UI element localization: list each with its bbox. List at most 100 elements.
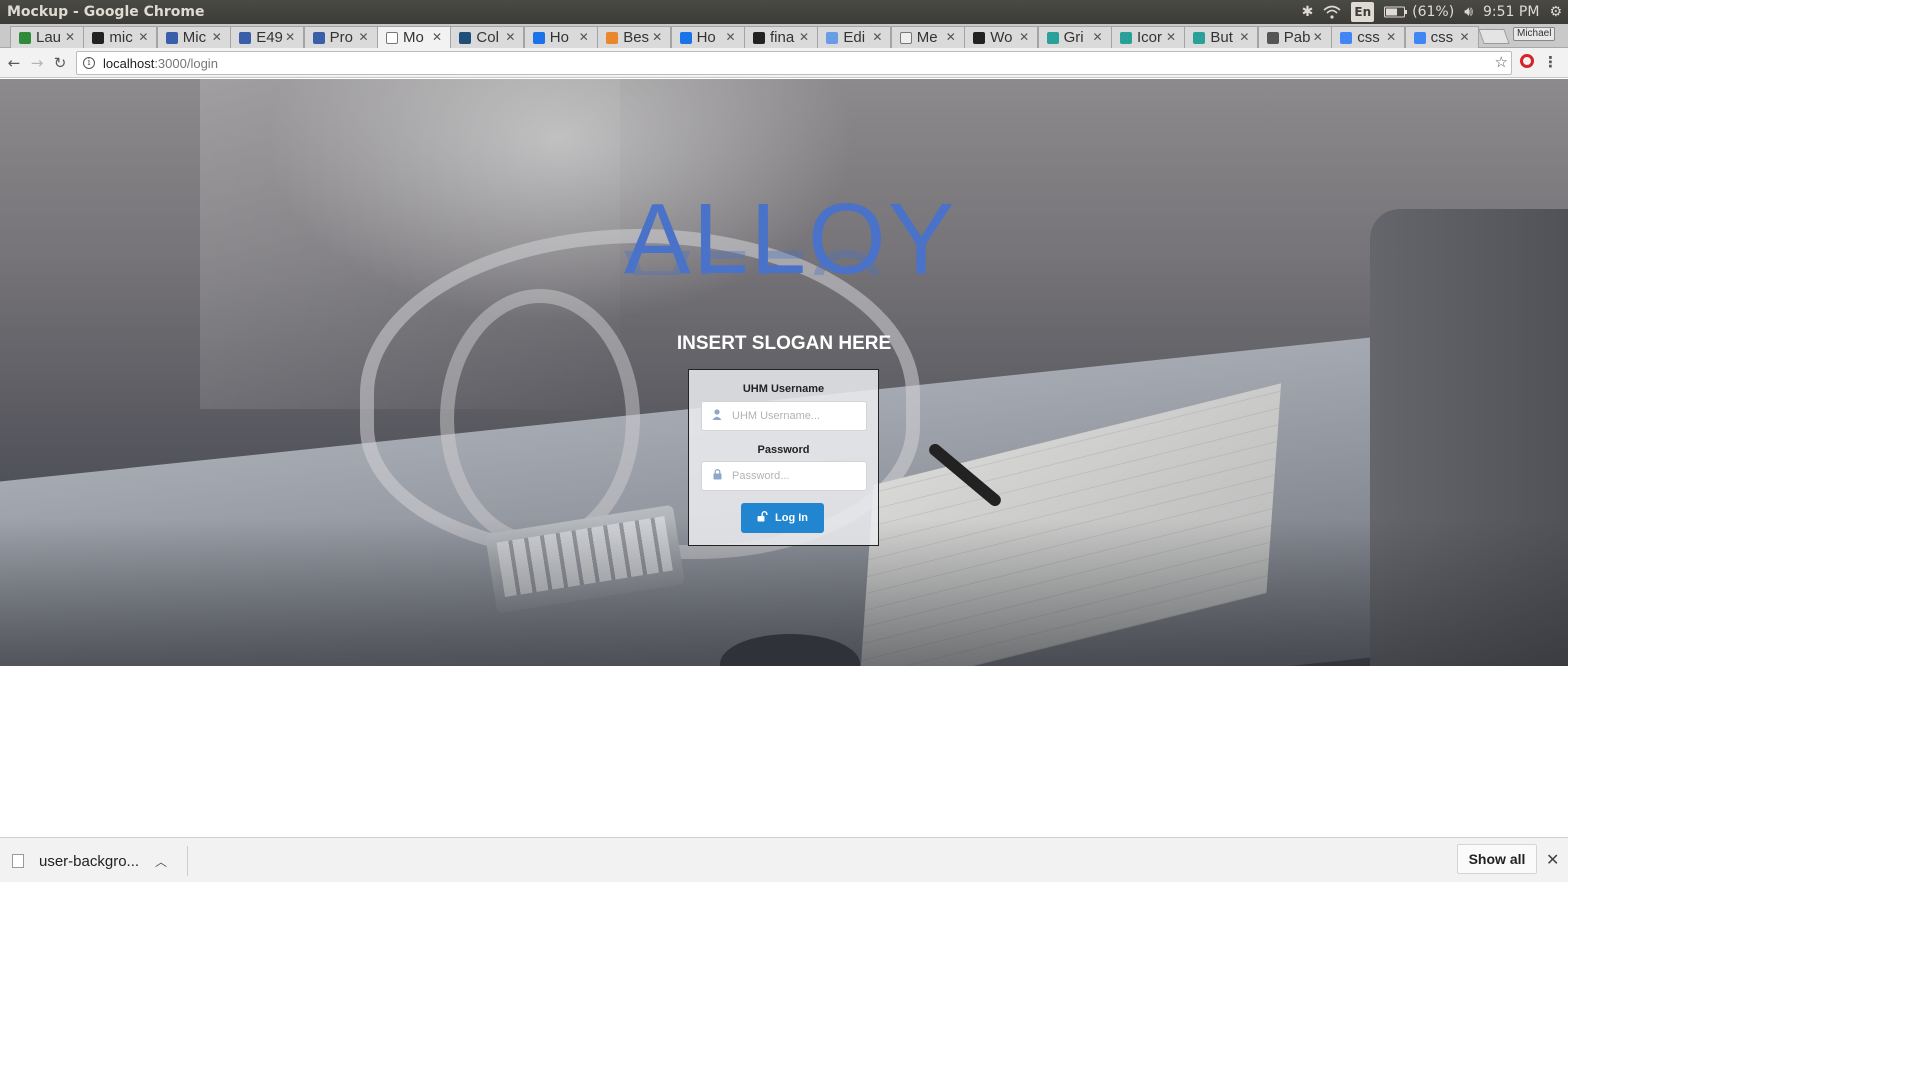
os-title-bar: Mockup - Google Chrome ✱ En (61%) 🔊︎ 9:5… <box>0 0 1568 24</box>
tab-favicon-icon <box>1413 31 1426 44</box>
address-bar[interactable]: i localhost:3000/login <box>76 51 1512 75</box>
browser-tab[interactable]: Wo ✕ <box>964 26 1039 48</box>
tab-favicon-icon <box>386 31 398 44</box>
browser-tab[interactable]: Icor ✕ <box>1111 26 1185 48</box>
tab-close-icon[interactable]: ✕ <box>212 30 222 44</box>
tab-favicon-icon <box>239 31 252 44</box>
chevron-up-icon[interactable]: ︿ <box>155 853 167 870</box>
tab-favicon-icon <box>973 31 986 44</box>
tab-strip: css ✕ css ✕ Pab ✕ But ✕ Icor ✕ Gri ✕ Wo ✕ Me ✕ Edi ✕ fina ✕… <box>0 24 1568 48</box>
tab-favicon-icon <box>899 31 912 44</box>
keyboard-language-indicator[interactable]: En <box>1351 2 1375 22</box>
slogan: INSERT SLOGAN HERE <box>676 333 892 354</box>
tab-close-icon[interactable]: ✕ <box>285 30 295 44</box>
lock-icon <box>702 469 732 483</box>
show-all-downloads-button[interactable]: Show all <box>1457 844 1537 874</box>
browser-tab[interactable]: E49 ✕ <box>230 26 305 48</box>
battery-percent: (61%) <box>1412 4 1455 20</box>
profile-button[interactable]: Michael <box>1513 27 1556 41</box>
hero-background-photo: ALLOY ALLOY INSERT SLOGAN HERE UHM Usern… <box>0 79 1568 666</box>
tab-favicon-icon <box>1340 31 1353 44</box>
url-host: localhost <box>103 55 155 71</box>
new-tab-button[interactable] <box>1478 29 1510 44</box>
url-path: :3000/login <box>154 55 218 71</box>
tab-close-icon[interactable]: ✕ <box>1386 30 1396 44</box>
tab-close-icon[interactable]: ✕ <box>1093 30 1103 44</box>
browser-tab[interactable]: mic ✕ <box>83 26 158 48</box>
tab-favicon-icon <box>19 31 31 44</box>
tab-close-icon[interactable]: ✕ <box>946 30 956 44</box>
log-in-label: Log In <box>775 512 808 524</box>
opera-extension-icon[interactable] <box>1520 54 1534 68</box>
volume-icon[interactable]: 🔊︎ <box>1464 2 1473 22</box>
browser-tab[interactable]: css ✕ <box>1404 26 1479 48</box>
browser-tab[interactable]: Pro ✕ <box>303 26 378 48</box>
browser-tab[interactable]: Lau ✕ <box>10 26 84 48</box>
browser-tab[interactable]: Pab ✕ <box>1257 26 1332 48</box>
download-file-name: user-backgro... <box>39 852 140 870</box>
username-input[interactable] <box>732 410 862 422</box>
session-gear-icon[interactable]: ⚙ <box>1549 2 1562 22</box>
back-arrow-icon[interactable]: ← <box>5 54 23 72</box>
tab-favicon-icon <box>92 31 105 44</box>
tab-close-icon[interactable]: ✕ <box>652 30 662 44</box>
settings-gear-tray-icon[interactable]: ✱ <box>1302 2 1314 22</box>
tab-favicon-icon <box>606 31 619 44</box>
tab-close-icon[interactable]: ✕ <box>65 30 75 44</box>
browser-tab[interactable]: Mic ✕ <box>156 26 231 48</box>
tab-close-icon[interactable]: ✕ <box>138 30 148 44</box>
browser-toolbar: ← → ↻ i localhost:3000/login ☆ ⋮ <box>0 48 1568 78</box>
file-icon <box>12 854 24 868</box>
tab-close-icon[interactable]: ✕ <box>1460 30 1470 44</box>
tab-favicon-icon <box>532 31 545 44</box>
tab-favicon-icon <box>1120 31 1132 44</box>
browser-tab[interactable]: Me ✕ <box>890 26 965 48</box>
tab-close-icon[interactable]: ✕ <box>1166 30 1176 44</box>
browser-tab[interactable]: fina ✕ <box>744 26 818 48</box>
tab-close-icon[interactable]: ✕ <box>1239 30 1249 44</box>
page-viewport: ALLOY ALLOY INSERT SLOGAN HERE UHM Usern… <box>0 79 1568 837</box>
clock[interactable]: 9:51 PM <box>1483 2 1539 22</box>
password-input[interactable] <box>732 470 862 482</box>
log-in-button[interactable]: Log In <box>741 503 824 533</box>
tab-favicon-icon <box>1193 31 1206 44</box>
close-icon[interactable]: ✕ <box>1546 850 1559 869</box>
username-label: UHM Username <box>742 383 825 395</box>
tab-close-icon[interactable]: ✕ <box>359 30 369 44</box>
wifi-icon[interactable] <box>1323 2 1341 22</box>
browser-tab[interactable]: Col ✕ <box>450 26 525 48</box>
tab-close-icon[interactable]: ✕ <box>579 30 589 44</box>
login-form: UHM Username Password Log In <box>688 369 879 546</box>
tab-favicon-icon <box>826 31 839 44</box>
logo-reflection: ALLOY <box>624 235 944 275</box>
system-tray: ✱ En (61%) 🔊︎ 9:51 PM ⚙ <box>1302 0 1568 24</box>
site-info-icon[interactable]: i <box>83 57 95 69</box>
browser-tab[interactable]: Ho ✕ <box>523 26 598 48</box>
tab-favicon-icon <box>165 31 178 44</box>
tab-favicon-icon <box>1046 31 1059 44</box>
browser-tab[interactable]: Ho ✕ <box>670 26 745 48</box>
tab-close-icon[interactable]: ✕ <box>1313 30 1323 44</box>
browser-tab[interactable]: Edi ✕ <box>817 26 892 48</box>
tab-close-icon[interactable]: ✕ <box>1019 30 1029 44</box>
browser-tab[interactable]: Mo ✕ <box>377 26 451 48</box>
tab-favicon-icon <box>459 31 472 44</box>
chrome-menu-icon[interactable]: ⋮ <box>1543 53 1558 71</box>
browser-tab[interactable]: Bes ✕ <box>597 26 672 48</box>
password-field-wrapper <box>701 461 867 491</box>
tab-close-icon[interactable]: ✕ <box>872 30 882 44</box>
forward-arrow-icon[interactable]: → <box>28 54 46 72</box>
browser-tab[interactable]: But ✕ <box>1184 26 1259 48</box>
browser-tab[interactable]: css ✕ <box>1331 26 1406 48</box>
browser-tab[interactable]: Gri ✕ <box>1037 26 1112 48</box>
tab-close-icon[interactable]: ✕ <box>726 30 736 44</box>
bookmark-star-icon[interactable]: ☆ <box>1495 53 1508 71</box>
download-item[interactable]: user-backgro... ︿ <box>12 844 167 878</box>
tab-close-icon[interactable]: ✕ <box>799 30 809 44</box>
battery-indicator[interactable]: (61%) <box>1384 2 1454 22</box>
unlock-icon <box>757 511 768 525</box>
window-title: Mockup - Google Chrome <box>7 4 205 20</box>
tab-close-icon[interactable]: ✕ <box>432 30 442 44</box>
reload-icon[interactable]: ↻ <box>51 54 69 72</box>
tab-close-icon[interactable]: ✕ <box>505 30 515 44</box>
